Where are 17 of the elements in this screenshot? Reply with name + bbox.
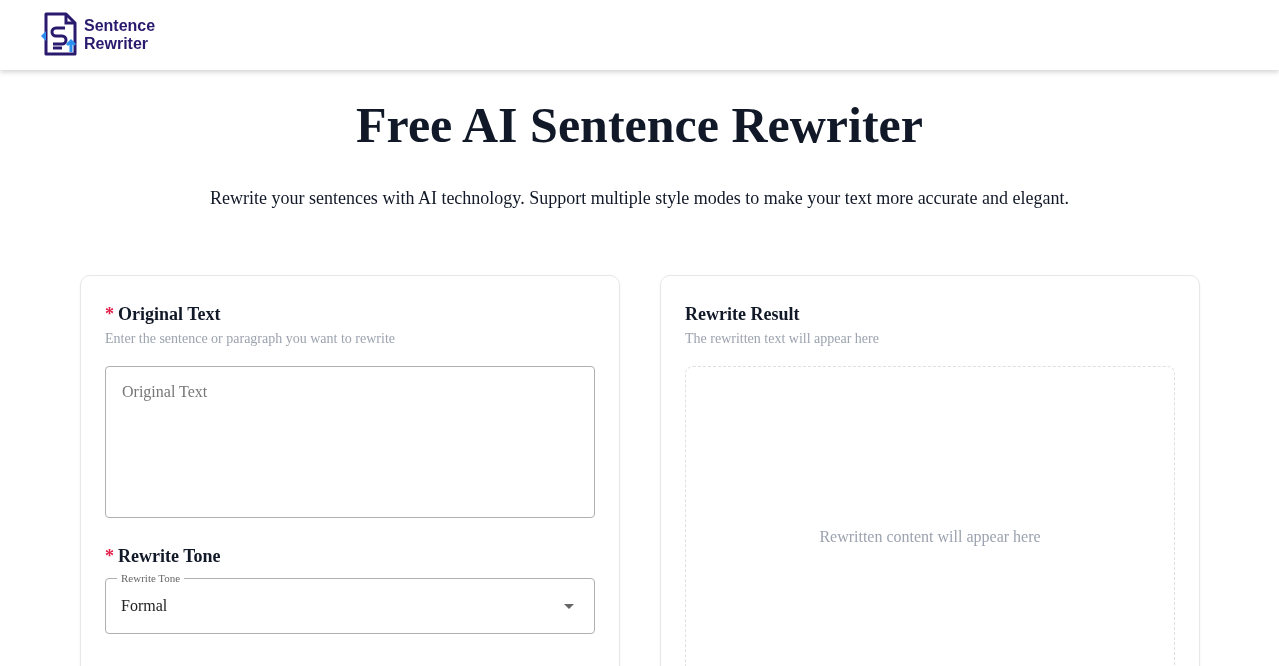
required-asterisk: * (105, 304, 114, 324)
result-hint: The rewritten text will appear here (685, 330, 880, 348)
original-text-input[interactable]: Original Text (105, 366, 595, 518)
document-s-logo-icon[interactable] (40, 12, 80, 58)
floating-label: Rewrite Tone (117, 572, 185, 584)
field-label: Rewrite Tone (118, 546, 221, 566)
page-subtitle: Rewrite your sentences with AI technology. Support multiple style modes to make your text more accurate and elegant. (208, 187, 1071, 209)
page-title: Free AI Sentence Rewriter (355, 96, 924, 154)
logo-text[interactable]: Rewriter (84, 35, 156, 53)
logo-text[interactable]: Sentence (84, 17, 156, 35)
field-hint: Enter the sentence or paragraph you want to rewrite (105, 330, 396, 348)
required-asterisk: * (105, 546, 114, 566)
field-label: Original Text (118, 304, 221, 324)
empty-result-text: Rewritten content will appear here (819, 528, 1041, 546)
select-value: Formal (121, 597, 168, 615)
result-title: Rewrite Result (685, 304, 800, 324)
caret-icon (564, 603, 574, 609)
